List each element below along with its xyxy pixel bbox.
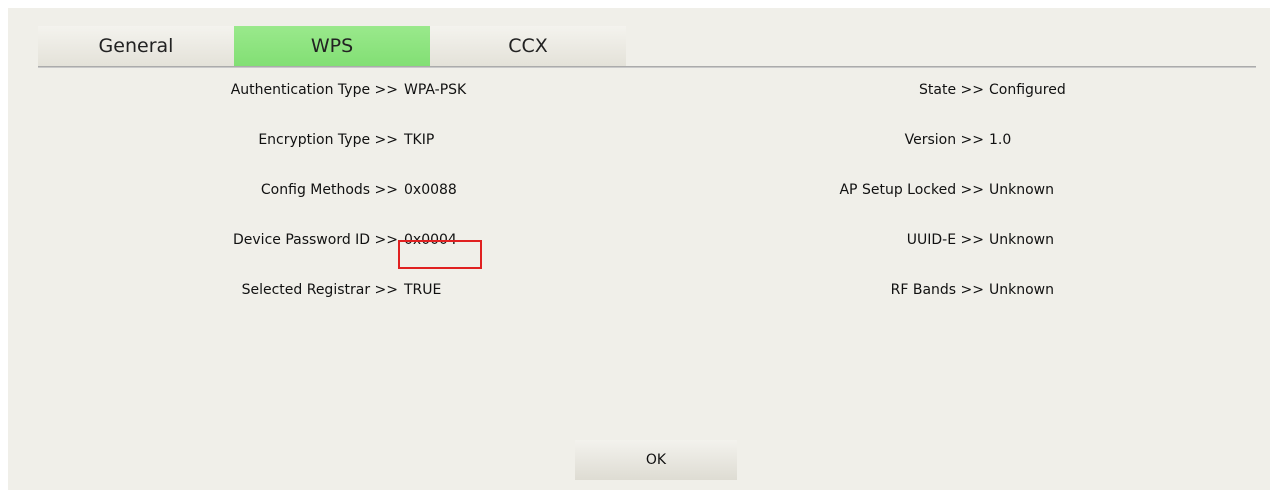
field-label: Authentication Type >>: [230, 82, 398, 98]
field-value: WPA-PSK: [404, 82, 467, 98]
tab-wps[interactable]: WPS: [234, 26, 430, 66]
field-value: Configured: [989, 82, 1066, 98]
field-label: RF Bands >>: [890, 282, 984, 298]
field-label: State >>: [919, 82, 984, 98]
field-value: TKIP: [404, 132, 435, 148]
field-label: Version >>: [904, 132, 984, 148]
field-value: Unknown: [989, 232, 1054, 248]
field-label: AP Setup Locked >>: [839, 182, 984, 198]
tab-general[interactable]: General: [38, 26, 234, 66]
field-label: Encryption Type >>: [258, 132, 398, 148]
tab-divider: [38, 66, 1256, 68]
field-label: Device Password ID >>: [233, 232, 398, 248]
field-value: Unknown: [989, 282, 1054, 298]
field-label: Selected Registrar >>: [241, 282, 398, 298]
ok-button[interactable]: OK: [575, 440, 737, 480]
field-value: Unknown: [989, 182, 1054, 198]
field-label: Config Methods >>: [260, 182, 398, 198]
field-value: TRUE: [404, 282, 442, 298]
field-value: 0x0088: [404, 182, 457, 198]
field-label: UUID-E >>: [906, 232, 984, 248]
tab-ccx[interactable]: CCX: [430, 26, 626, 66]
highlight-box: [398, 240, 482, 269]
wps-panel: General WPS CCX Authentication Type >> W…: [8, 8, 1270, 490]
field-value: 1.0: [989, 132, 1012, 148]
